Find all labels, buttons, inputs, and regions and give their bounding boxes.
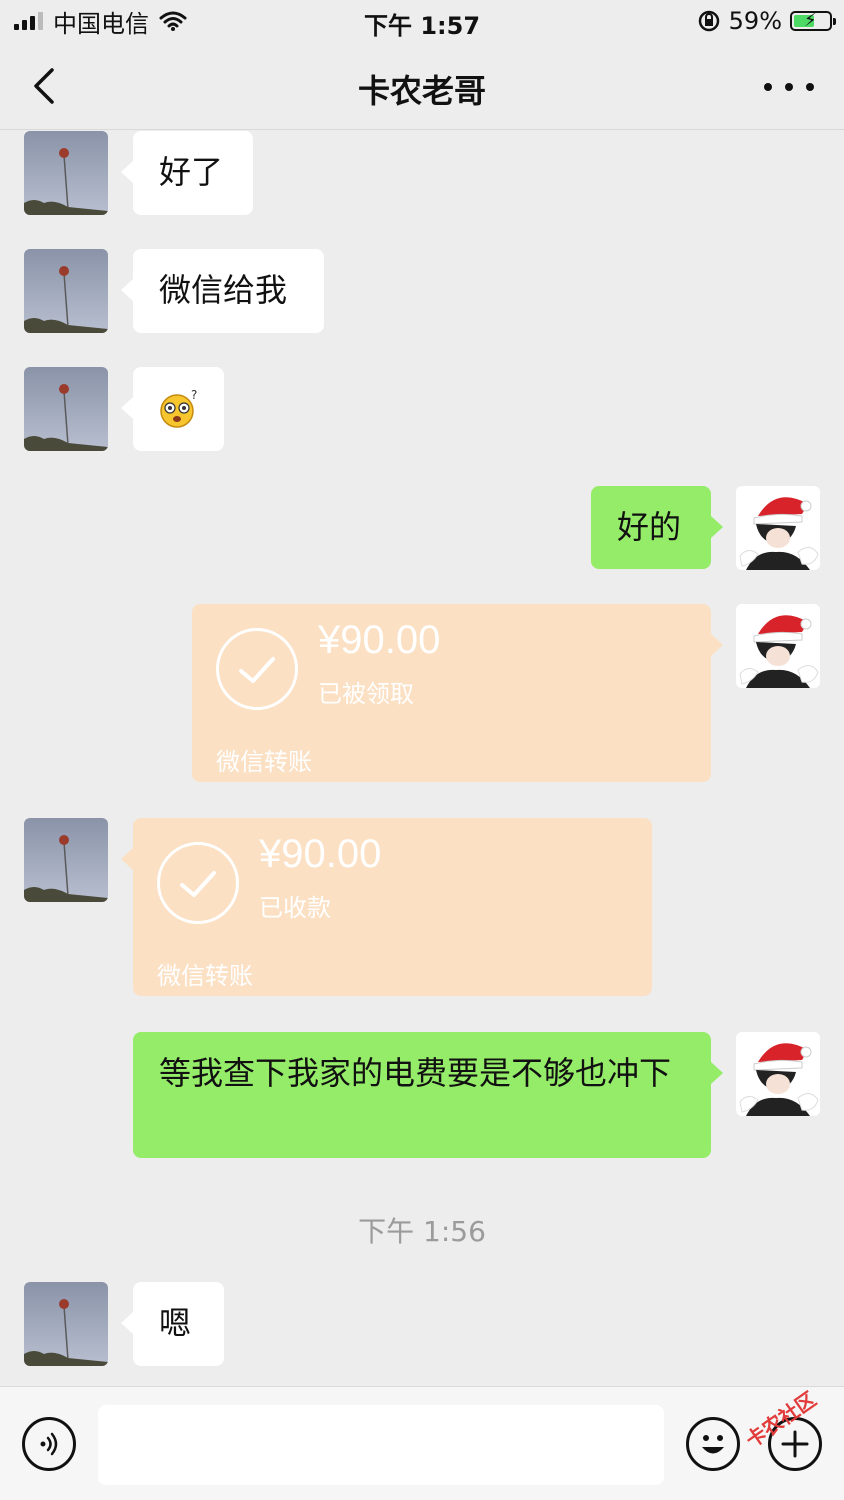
more-dot-icon [806,83,814,91]
transfer-card[interactable]: ¥90.00 已收款 微信转账 [121,818,652,996]
my-avatar[interactable] [736,1032,820,1116]
more-button[interactable] [764,72,814,102]
transfer-status: 已收款 [259,894,331,922]
my-avatar[interactable] [736,604,820,688]
transfer-amount: ¥90.00 [318,618,441,662]
more-dot-icon [764,83,772,91]
message-text: 嗯 [159,1304,192,1342]
transfer-card[interactable]: ¥90.00 已被领取 微信转账 [192,604,723,782]
check-circle-icon [157,842,239,924]
message-text: 微信给我 [159,271,288,309]
my-avatar[interactable] [736,486,820,570]
svg-text:?: ? [191,389,197,402]
contact-avatar[interactable] [24,131,108,215]
status-bar: 中国电信 下午 1:57 59% ⚡ [0,0,844,42]
message-bubble[interactable]: 好了 [121,131,253,215]
rotation-lock-icon [698,10,719,32]
message-bubble[interactable]: 嗯 [121,1282,224,1366]
contact-avatar[interactable] [24,818,108,902]
message-text: 等我查下我家的电费要是不够也冲下 [159,1054,672,1092]
message-bubble[interactable]: 好的 [591,486,723,569]
message-text: 好了 [159,153,224,191]
transfer-label: 微信转账 [157,962,253,990]
dizzy-confused-emoji-icon: ? [160,389,197,428]
message-input[interactable] [98,1405,664,1485]
battery-percent: 59% [728,7,782,35]
check-circle-icon [216,628,298,710]
contact-avatar[interactable] [24,249,108,333]
chat-title: 卡农老哥 [357,72,486,110]
battery-icon: ⚡ [790,10,836,31]
status-right: 59% ⚡ [697,6,836,36]
transfer-amount: ¥90.00 [259,832,382,876]
contact-avatar[interactable] [24,367,108,451]
message-bubble[interactable]: 微信给我 [121,249,324,333]
message-bubble[interactable]: ? [121,367,224,451]
chat-timestamp: 下午 1:56 [358,1215,486,1248]
contact-avatar[interactable] [24,1282,108,1366]
input-bar [0,1386,844,1500]
transfer-status: 已被领取 [318,680,414,708]
smiley-icon [702,1435,724,1454]
message-text: 好的 [617,508,682,546]
emoji-button[interactable] [686,1417,740,1471]
message-bubble[interactable]: 等我查下我家的电费要是不够也冲下 [133,1032,723,1158]
voice-button[interactable] [22,1417,76,1471]
nav-bar: 卡农老哥 [0,42,844,130]
voice-icon [40,1432,58,1456]
more-dot-icon [785,83,793,91]
transfer-label: 微信转账 [216,748,312,776]
